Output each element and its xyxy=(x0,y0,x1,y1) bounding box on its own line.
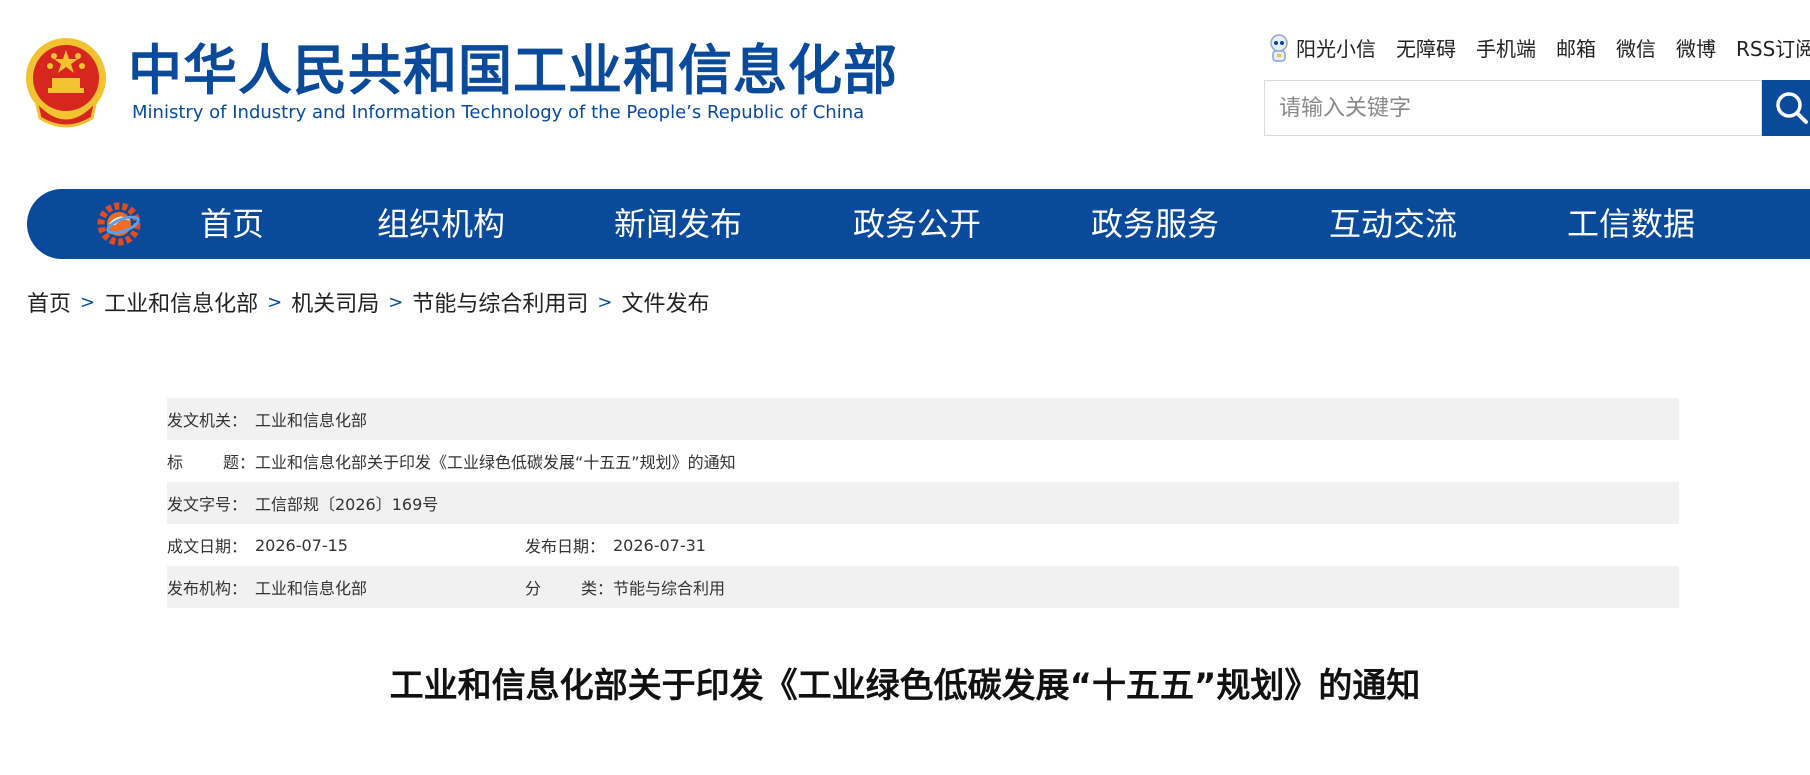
toplink-rss[interactable]: RSS订阅 xyxy=(1736,35,1810,63)
written-date-value: 2026-07-15 xyxy=(255,535,348,555)
nav-government-services[interactable]: 政务服务 xyxy=(1091,205,1219,243)
nav-government-affairs[interactable]: 政务公开 xyxy=(853,205,981,243)
breadcrumb: 首页 > 工业和信息化部 > 机关司局 > 节能与综合利用司 > 文件发布 xyxy=(27,286,709,318)
toplink-sunshine[interactable]: 阳光小信 xyxy=(1296,35,1376,63)
breadcrumb-separator: > xyxy=(80,291,96,313)
published-date-cell: 发布日期： 2026-07-31 xyxy=(525,533,706,557)
info-row-docno: 发文字号： 工信部规〔2026〕169号 xyxy=(167,482,1679,524)
written-date-label: 成文日期： xyxy=(167,537,248,556)
robot-mascot-icon[interactable] xyxy=(1268,34,1290,64)
nav-interaction[interactable]: 互动交流 xyxy=(1329,205,1457,243)
national-emblem-icon xyxy=(24,36,108,132)
written-date-cell: 成文日期： 2026-07-15 xyxy=(167,533,525,557)
breadcrumb-separator: > xyxy=(597,291,613,313)
issuer-value: 工业和信息化部 xyxy=(255,411,368,430)
title-label-part: 标 xyxy=(167,453,184,472)
category-label: 分 类： xyxy=(525,575,613,599)
breadcrumb-separator: > xyxy=(388,291,404,313)
category-cell: 分 类： 节能与综合利用 xyxy=(525,575,725,599)
search-input[interactable] xyxy=(1265,81,1761,135)
top-links: 阳光小信 无障碍 手机端 邮箱 微信 微博 RSS订阅 xyxy=(1268,34,1810,64)
info-row-org: 发布机构： 工业和信息化部 分 类： 节能与综合利用 xyxy=(167,566,1679,608)
toplink-accessibility[interactable]: 无障碍 xyxy=(1396,35,1456,63)
title-label-part: 题： xyxy=(222,453,255,472)
breadcrumb-home[interactable]: 首页 xyxy=(27,286,71,318)
org-value: 工业和信息化部 xyxy=(255,579,368,598)
document-info-table: 发文机关： 工业和信息化部 标 题： 工业和信息化部关于印发《工业绿色低碳发展“… xyxy=(167,398,1679,608)
breadcrumb-ministry[interactable]: 工业和信息化部 xyxy=(104,286,258,318)
title-value: 工业和信息化部关于印发《工业绿色低碳发展“十五五”规划》的通知 xyxy=(255,453,736,472)
toplink-mail[interactable]: 邮箱 xyxy=(1556,35,1596,63)
site-title-cn: 中华人民共和国工业和信息化部 xyxy=(128,39,898,102)
info-row-dates: 成文日期： 2026-07-15 发布日期： 2026-07-31 xyxy=(167,524,1679,566)
nav-news[interactable]: 新闻发布 xyxy=(614,205,742,243)
org-cell: 发布机构： 工业和信息化部 xyxy=(167,575,525,599)
nav-data[interactable]: 工信数据 xyxy=(1567,205,1695,243)
toplink-weibo[interactable]: 微博 xyxy=(1676,35,1716,63)
org-label: 发布机构： xyxy=(167,579,248,598)
search-box xyxy=(1264,80,1762,136)
docno-value: 工信部规〔2026〕169号 xyxy=(255,495,439,514)
nav-organization[interactable]: 组织机构 xyxy=(377,205,505,243)
breadcrumb-documents[interactable]: 文件发布 xyxy=(621,286,709,318)
article-title: 工业和信息化部关于印发《工业绿色低碳发展“十五五”规划》的通知 xyxy=(389,666,1421,706)
published-date-label: 发布日期： xyxy=(525,537,606,556)
gear-globe-logo-icon xyxy=(95,201,143,247)
breadcrumb-separator: > xyxy=(267,291,283,313)
category-value: 节能与综合利用 xyxy=(613,579,726,598)
info-row-title: 标 题： 工业和信息化部关于印发《工业绿色低碳发展“十五五”规划》的通知 xyxy=(167,440,1679,482)
info-row-issuer: 发文机关： 工业和信息化部 xyxy=(167,398,1679,440)
search-button[interactable] xyxy=(1762,80,1810,136)
issuer-label: 发文机关： xyxy=(167,411,248,430)
breadcrumb-energy-dept[interactable]: 节能与综合利用司 xyxy=(412,286,588,318)
title-label: 标 题： xyxy=(167,449,255,473)
search-icon xyxy=(1762,92,1810,139)
published-date-value: 2026-07-31 xyxy=(613,535,706,555)
toplink-mobile[interactable]: 手机端 xyxy=(1476,35,1536,63)
category-label-part: 类： xyxy=(580,579,613,598)
site-title-en: Ministry of Industry and Information Tec… xyxy=(132,102,865,123)
category-label-part: 分 xyxy=(525,579,542,598)
toplink-wechat[interactable]: 微信 xyxy=(1616,35,1656,63)
docno-label: 发文字号： xyxy=(167,495,248,514)
nav-home[interactable]: 首页 xyxy=(200,205,264,243)
breadcrumb-departments[interactable]: 机关司局 xyxy=(291,286,379,318)
